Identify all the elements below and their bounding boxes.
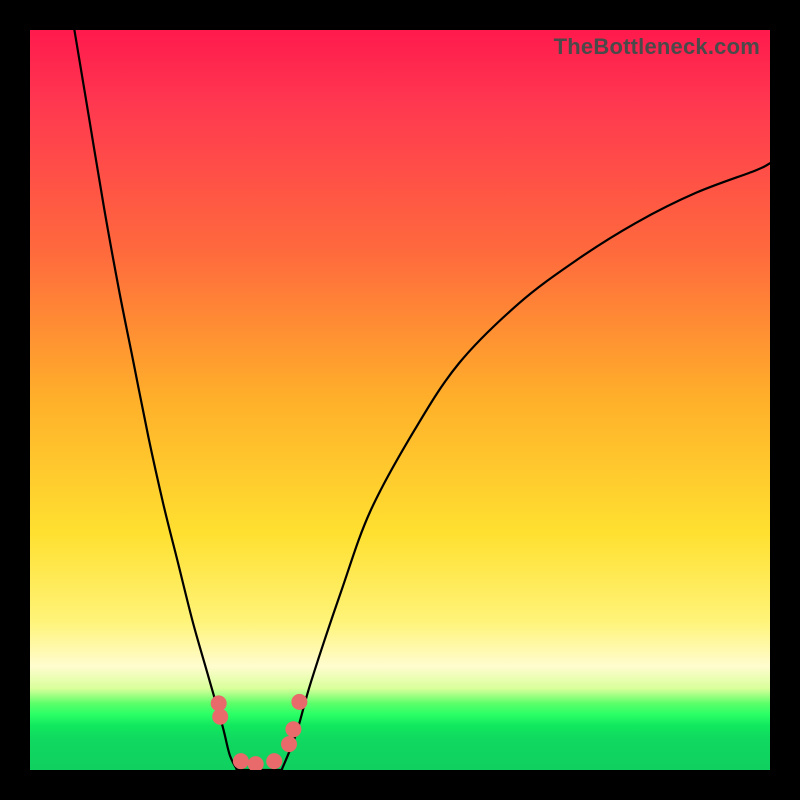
highlight-dot [266,753,282,769]
highlight-dot [285,721,301,737]
highlight-dot [212,709,228,725]
highlight-dot [281,736,297,752]
curve-group [74,30,770,770]
bottleneck-curve [74,30,770,770]
markers-group [211,694,308,770]
outer-frame: TheBottleneck.com [0,0,800,800]
highlight-dot [291,694,307,710]
highlight-dot [248,756,264,770]
highlight-dot [233,753,249,769]
plot-area: TheBottleneck.com [30,30,770,770]
chart-svg [30,30,770,770]
